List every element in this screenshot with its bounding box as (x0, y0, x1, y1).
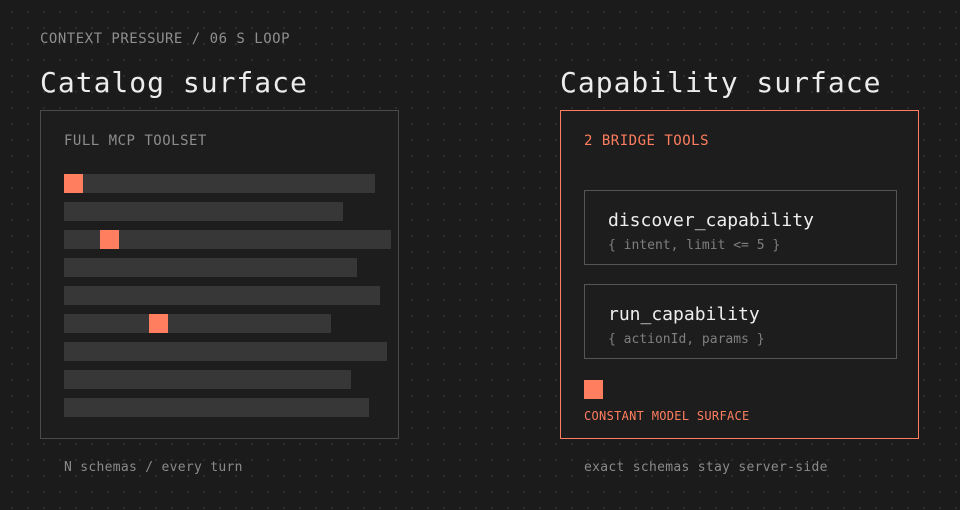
capability-kicker: 2 BRIDGE TOOLS (584, 133, 710, 149)
tool-name: discover_capability (608, 210, 814, 231)
schema-bar (64, 174, 375, 193)
schema-list (64, 174, 394, 426)
highlight-marker (64, 174, 83, 193)
catalog-title: Catalog surface (40, 66, 308, 99)
run-capability-card: run_capability { actionId, params } (584, 284, 897, 359)
capability-panel: 2 BRIDGE TOOLS discover_capability { int… (560, 110, 919, 439)
schema-bar (64, 286, 380, 305)
discover-capability-card: discover_capability { intent, limit <= 5… (584, 190, 897, 265)
catalog-kicker: FULL MCP TOOLSET (64, 133, 207, 149)
schema-bar (64, 370, 351, 389)
schema-bar (64, 314, 331, 333)
eyebrow-label: CONTEXT PRESSURE / 06 S LOOP (40, 31, 291, 47)
constant-surface-marker (584, 380, 603, 399)
catalog-panel: FULL MCP TOOLSET (40, 110, 399, 439)
constant-surface-label: CONSTANT MODEL SURFACE (584, 409, 750, 423)
tool-name: run_capability (608, 304, 760, 325)
schema-bar (64, 398, 369, 417)
schema-bar (64, 258, 357, 277)
highlight-marker (100, 230, 119, 249)
highlight-marker (149, 314, 168, 333)
schema-bar (64, 342, 387, 361)
tool-params: { actionId, params } (608, 332, 765, 347)
catalog-caption: N schemas / every turn (64, 460, 243, 475)
schema-bar (64, 202, 343, 221)
capability-title: Capability surface (560, 66, 882, 99)
capability-caption: exact schemas stay server-side (584, 460, 828, 475)
schema-bar (64, 230, 391, 249)
tool-params: { intent, limit <= 5 } (608, 238, 781, 253)
